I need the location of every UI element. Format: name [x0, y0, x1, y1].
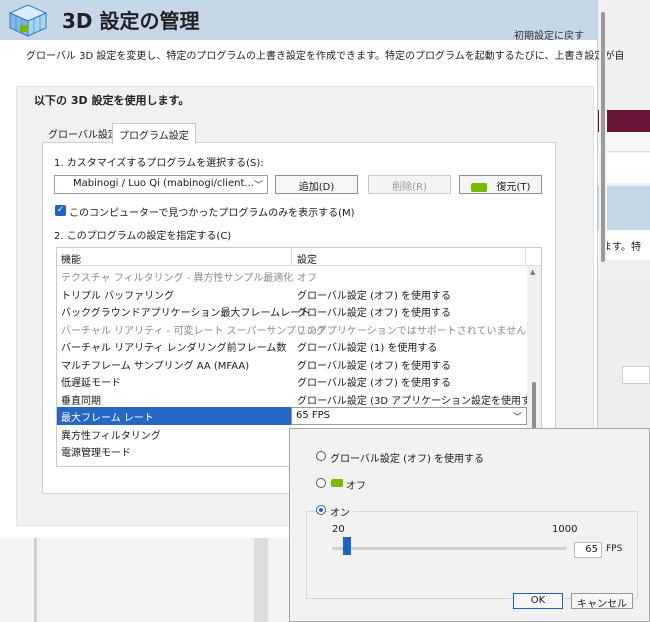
- radio-on[interactable]: [316, 505, 326, 515]
- main-scrollbar[interactable]: [599, 0, 607, 262]
- background-window-bottom: [0, 538, 300, 622]
- fps-unit-label: FPS: [606, 544, 623, 554]
- chevron-down-icon: ﹀: [253, 181, 263, 191]
- nvidia-logo-icon: [470, 182, 487, 192]
- scroll-up-icon[interactable]: ▲: [530, 268, 535, 276]
- table-row[interactable]: バーチャル リアリティ レンダリング前フレーム数 グローバル設定 (1) を使用す…: [57, 337, 527, 355]
- program-select-label: 1. カスタマイズするプログラムを選択する(S):: [54, 158, 264, 169]
- slider-max-label: 1000: [552, 524, 578, 535]
- program-settings-label: 2. このプログラムの設定を指定する(C): [54, 231, 232, 242]
- radio-on-label[interactable]: オン: [330, 504, 353, 519]
- table-row[interactable]: トリプル バッファリング グローバル設定 (オフ) を使用する: [57, 285, 527, 303]
- tab-program-settings[interactable]: プログラム設定: [112, 123, 196, 144]
- radio-off-label[interactable]: オフ: [346, 477, 366, 492]
- radio-use-global-label[interactable]: グローバル設定 (オフ) を使用する: [330, 450, 484, 465]
- only-found-checkbox[interactable]: ✓: [55, 205, 66, 216]
- remove-program-button[interactable]: 削除(R): [368, 175, 451, 194]
- radio-off[interactable]: [316, 478, 326, 488]
- grid-header: 機能 設定: [57, 248, 541, 266]
- table-row[interactable]: バックグラウンドアプリケーション最大フレームレート グローバル設定 (オフ) を使…: [57, 302, 527, 320]
- page-title: 3D 設定の管理: [62, 9, 200, 33]
- grid-header-feature[interactable]: 機能: [61, 251, 81, 266]
- grid-header-setting[interactable]: 設定: [297, 251, 317, 266]
- max-frame-rate-dropdown[interactable]: 65 FPS ﹀: [291, 407, 527, 425]
- table-row[interactable]: テクスチャ フィルタリング - 異方性サンプル最適化 オフ: [57, 267, 527, 285]
- only-found-label[interactable]: このコンピューターで見つかったプログラムのみを表示する(M): [69, 204, 355, 219]
- background-text: ます。特: [602, 242, 641, 253]
- nvidia-logo-icon: [331, 479, 343, 487]
- cancel-button[interactable]: キャンセル: [571, 593, 633, 610]
- frame-rate-slider[interactable]: [332, 547, 566, 550]
- restore-program-button[interactable]: 復元(T): [459, 175, 542, 194]
- page-description: グローバル 3D 設定を変更し、特定のプログラムの上書き設定を作成できます。特定…: [26, 51, 625, 62]
- table-row[interactable]: 低遅延モード グローバル設定 (オフ) を使用する: [57, 372, 527, 390]
- table-row[interactable]: バーチャル リアリティ - 可変レート スーパーサンプリング このアプリケーション…: [57, 320, 527, 338]
- fps-input[interactable]: 65: [574, 542, 602, 558]
- table-row-selected[interactable]: 最大フレーム レート 65 FPS ﹀: [57, 407, 527, 425]
- radio-use-global[interactable]: [316, 451, 326, 461]
- chevron-down-icon: ﹀: [512, 413, 522, 423]
- restore-defaults-link[interactable]: 初期設定に戻す: [514, 27, 584, 42]
- table-row[interactable]: 垂直同期 グローバル設定 (3D アプリケーション設定を使用する) ...: [57, 390, 541, 408]
- program-select[interactable]: Mabinogi / Luo Qi (mabinogi/client... ﹀: [54, 175, 268, 194]
- 3d-cube-icon: [8, 4, 48, 37]
- ok-button[interactable]: OK: [513, 593, 563, 609]
- table-row[interactable]: マルチフレーム サンプリング AA (MFAA) グローバル設定 (オフ) を使用…: [57, 355, 527, 373]
- restore-program-label: 復元(T): [496, 182, 531, 193]
- slider-min-label: 20: [332, 524, 345, 535]
- section-title: 以下の 3D 設定を使用します。: [34, 94, 190, 107]
- add-program-button[interactable]: 追加(D): [275, 175, 358, 194]
- max-frame-rate-value: 65 FPS: [296, 410, 331, 421]
- frame-rate-slider-thumb[interactable]: [343, 537, 351, 555]
- max-frame-rate-popup: グローバル設定 (オフ) を使用する オフ オン 20 1000 65 FPS …: [289, 428, 650, 622]
- main-scrollbar-thumb[interactable]: [601, 12, 605, 262]
- program-select-value: Mabinogi / Luo Qi (mabinogi/client...: [73, 178, 254, 189]
